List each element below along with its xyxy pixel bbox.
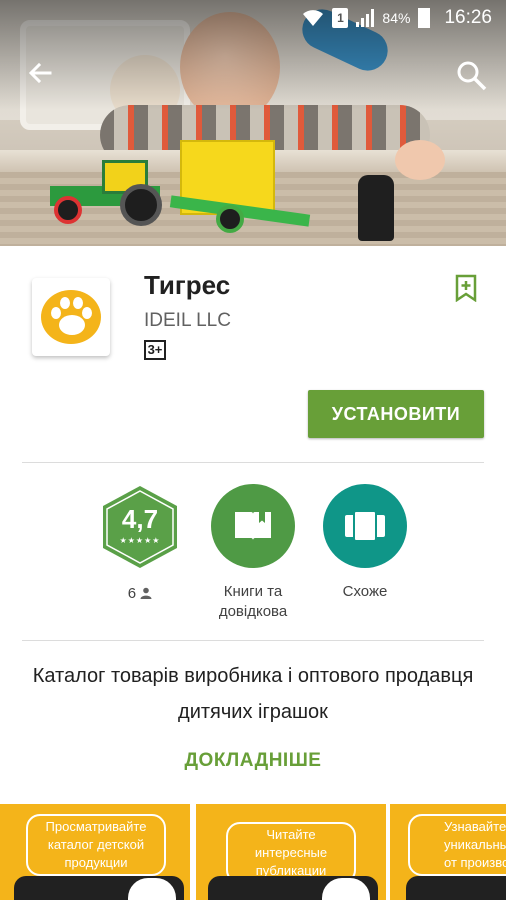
feature-graphic (0, 0, 506, 246)
signal-icon (356, 9, 375, 27)
similar-circle (323, 484, 407, 568)
phone-frame (406, 876, 506, 900)
category-circle (211, 484, 295, 568)
app-icon (32, 278, 110, 356)
category-badge[interactable]: Книги та довідкова (193, 484, 313, 622)
age-rating-badge: 3+ (144, 340, 166, 360)
screenshot-caption: Читайте интересные публикации (226, 822, 356, 884)
divider (22, 640, 484, 641)
clock: 16:26 (444, 7, 492, 28)
screenshot-thumbnail[interactable]: Просматривайте каталог детской продукции (0, 804, 190, 900)
person-icon (140, 587, 152, 599)
similar-label: Схоже (342, 583, 388, 600)
battery-icon (418, 8, 431, 28)
read-more-link[interactable]: ДОКЛАДНІШЕ (0, 750, 506, 772)
category-label: Книги та довідкова (218, 583, 288, 620)
wifi-icon (303, 10, 324, 26)
divider (22, 462, 484, 463)
sim-badge: 1 (332, 8, 349, 28)
screenshot-caption: Узнавайте про уникальные акции от произв… (408, 814, 506, 876)
app-title: Тигрес (144, 270, 231, 300)
action-bar (0, 50, 506, 100)
book-icon (235, 512, 271, 540)
screenshot-thumbnail[interactable]: Читайте интересные публикации (196, 804, 386, 900)
rating-value: 4,7 (121, 504, 159, 534)
status-bar: 1 84% 16:26 (0, 0, 506, 36)
install-button[interactable]: УСТАНОВИТИ (308, 390, 484, 438)
screenshot-caption: Просматривайте каталог детской продукции (26, 814, 166, 876)
similar-badge[interactable]: Схоже (305, 484, 425, 602)
screenshots-carousel[interactable]: Просматривайте каталог детской продукции… (0, 804, 506, 900)
wishlist-bookmark-icon[interactable] (454, 274, 478, 302)
cards-icon (345, 510, 385, 542)
search-icon[interactable] (452, 56, 492, 96)
back-arrow-icon[interactable] (22, 56, 58, 92)
rating-hexagon: 4,7 ★★★★★ (97, 484, 183, 570)
app-description: Каталог товарів виробника і оптового про… (32, 665, 474, 723)
rating-stars: ★★★★★ (119, 536, 161, 545)
screenshot-thumbnail[interactable]: Узнавайте про уникальные акции от произв… (390, 804, 506, 900)
battery-percent: 84% (382, 10, 411, 26)
paw-icon (41, 290, 101, 344)
rating-count: 6 (80, 584, 200, 604)
rating-count-value: 6 (127, 585, 137, 602)
developer-link[interactable]: IDEIL LLC (144, 310, 231, 332)
rating-badge[interactable]: 4,7 ★★★★★ 6 (80, 484, 200, 604)
